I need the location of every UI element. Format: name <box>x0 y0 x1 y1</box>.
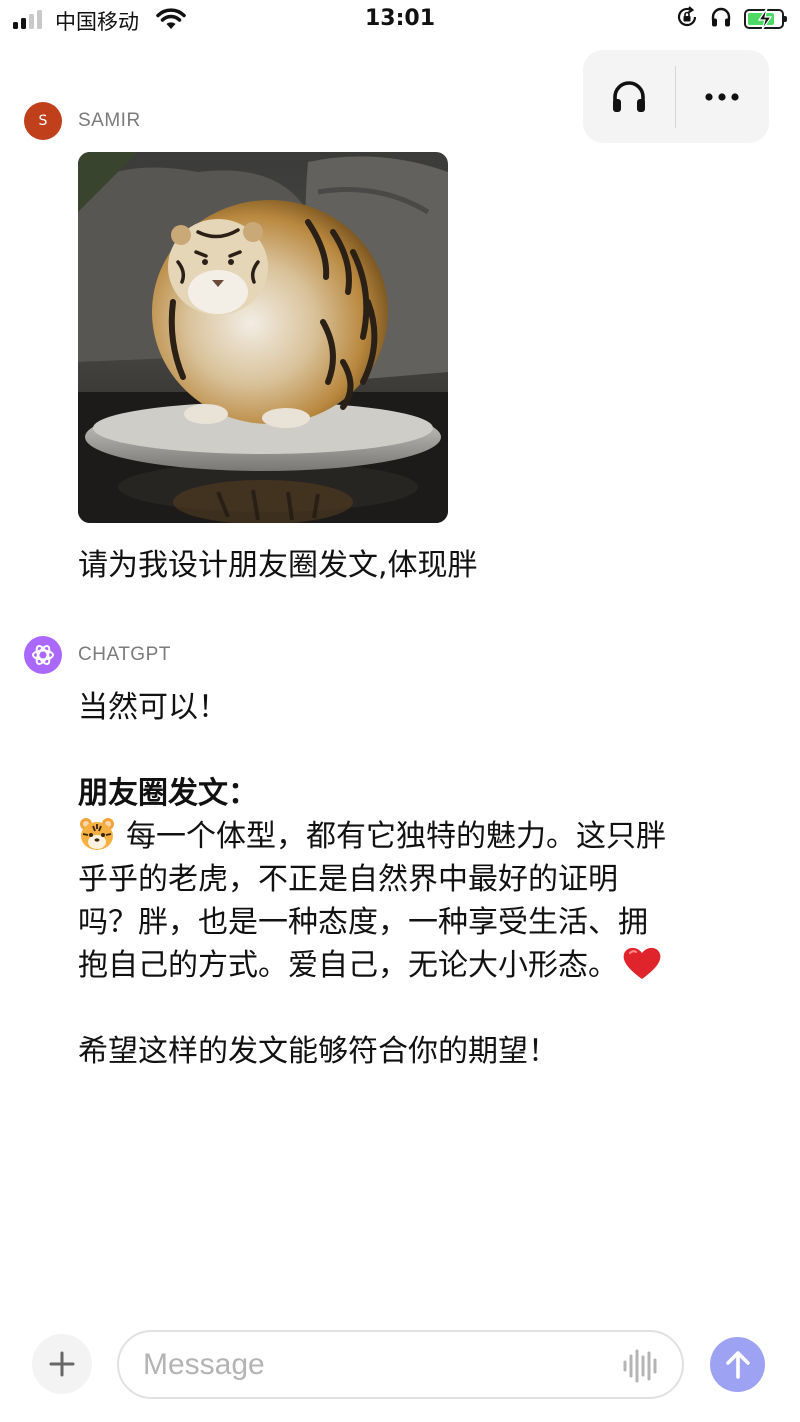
message-composer <box>117 1330 684 1399</box>
send-button[interactable] <box>710 1337 765 1392</box>
status-bar: 中国移动 13:01 <box>0 0 800 44</box>
attached-image[interactable] <box>78 152 448 523</box>
headphones-icon <box>710 6 732 32</box>
red-heart-emoji <box>623 947 661 979</box>
reply-line: 每一个体型，都有它独特的魅力。这只胖 <box>78 815 748 858</box>
waveform-icon <box>623 1349 657 1383</box>
assistant-avatar <box>24 636 62 674</box>
reply-closing: 希望这样的发文能够符合你的期望！ <box>78 1034 558 1069</box>
arrow-up-icon <box>725 1350 750 1379</box>
tiger-face-emoji <box>80 818 114 850</box>
voice-mode-button[interactable] <box>583 50 675 143</box>
reply-line-text: 每一个体型，都有它独特的魅力。这只胖 <box>126 819 666 854</box>
more-options-button[interactable] <box>676 50 768 143</box>
avatar-initial: S <box>38 113 48 129</box>
reply-line-text: 抱自己的方式。爱自己，无论大小形态。 <box>78 948 618 983</box>
reply-intro: 当然可以！ <box>78 690 228 725</box>
openai-logo-icon <box>32 645 54 665</box>
assistant-message: 当然可以！ 朋友圈发文： 每一个体型，都有它独特的魅力。这只胖 乎乎的老虎，不正… <box>78 686 748 1073</box>
reply-line: 抱自己的方式。爱自己，无论大小形态。 <box>78 944 748 987</box>
headphones-icon <box>613 80 645 112</box>
orientation-lock-icon <box>676 6 698 32</box>
message-input[interactable] <box>143 1342 613 1388</box>
plus-icon <box>49 1351 75 1377</box>
sender-name: SAMIR <box>78 110 141 131</box>
avatar: S <box>24 102 62 140</box>
user-message-text: 请为我设计朋友圈发文,体现胖 <box>78 548 478 583</box>
reply-heading: 朋友圈发文： <box>78 776 258 811</box>
top-controls <box>583 50 769 143</box>
battery-icon <box>744 8 787 30</box>
reply-line: 吗？胖，也是一种态度，一种享受生活、拥 <box>78 905 648 940</box>
more-icon <box>705 92 739 101</box>
voice-input-button[interactable] <box>622 1348 660 1388</box>
reply-line: 乎乎的老虎，不正是自然界中最好的证明 <box>78 862 618 897</box>
assistant-sender-name: CHATGPT <box>78 644 171 665</box>
add-attachment-button[interactable] <box>32 1334 92 1394</box>
